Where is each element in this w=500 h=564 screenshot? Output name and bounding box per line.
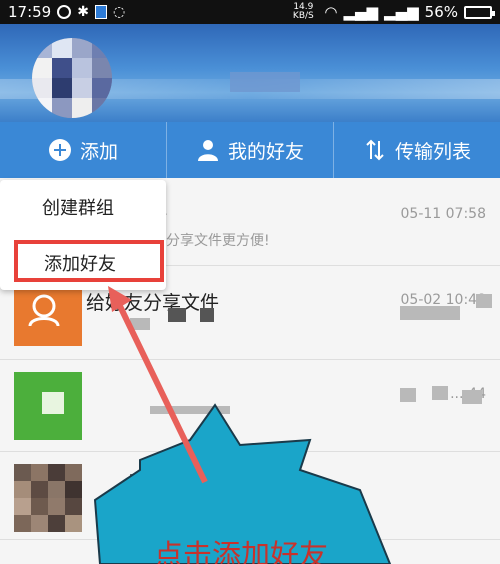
annotation-overlay bbox=[93, 286, 392, 564]
callout-text: 点击添加好友 bbox=[154, 538, 329, 564]
